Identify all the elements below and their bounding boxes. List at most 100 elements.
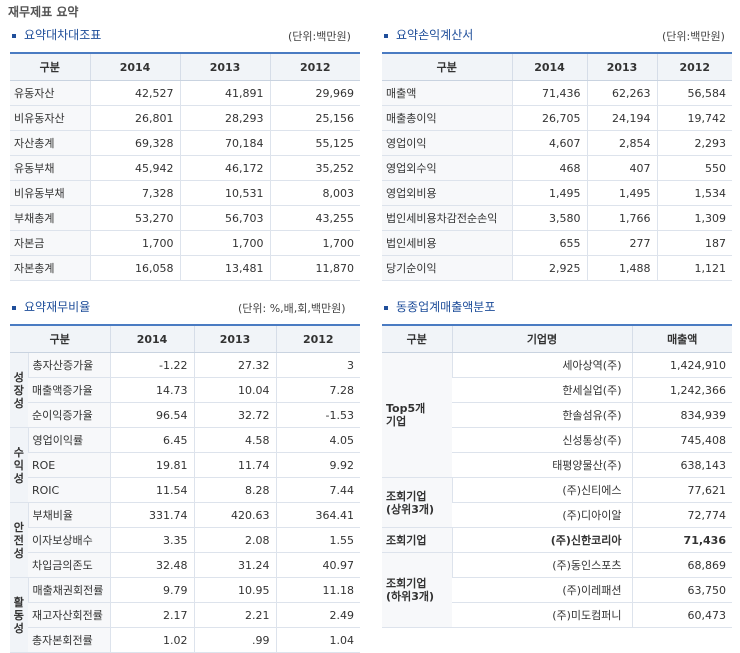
value-cell: 69,328 xyxy=(89,130,180,156)
peer-header-category: 구분 xyxy=(382,325,452,353)
value-cell: 550 xyxy=(656,155,732,181)
ratio-group-char: 익 xyxy=(13,458,24,472)
value-cell: 10,531 xyxy=(179,180,270,206)
ratio-header-2013: 2013 xyxy=(193,325,276,353)
table-row: 자산총계 69,328 70,184 55,125 xyxy=(10,130,360,156)
value-cell: 10.04 xyxy=(193,377,276,403)
sales-value: 1,242,366 xyxy=(631,377,732,403)
table-row: 매출총이익 26,705 24,194 19,742 xyxy=(382,105,732,131)
row-label: 비유동부채 xyxy=(10,180,90,206)
value-cell: 56,584 xyxy=(656,80,732,106)
peer-group-label: 조회기업 xyxy=(382,527,452,553)
peer-header-company: 기업명 xyxy=(451,325,632,353)
sales-value: 68,869 xyxy=(631,552,732,578)
row-label: 총자본회전률 xyxy=(28,627,110,653)
row-label: 매출채권회전률 xyxy=(27,577,110,603)
value-cell: 96.54 xyxy=(109,402,194,428)
table-row: 영업외수익 468 407 550 xyxy=(382,155,732,181)
ratio-group-label: 성장성 xyxy=(10,352,28,428)
bs-header-2014: 2014 xyxy=(89,53,180,81)
row-label: 부채비율 xyxy=(27,502,110,528)
value-cell: 2.49 xyxy=(275,602,360,628)
company-name: (주)이레패션 xyxy=(452,577,632,603)
value-cell: 19.81 xyxy=(109,452,194,478)
company-name: (주)디아이알 xyxy=(452,502,632,528)
table-row: 법인세비용차감전순손익 3,580 1,766 1,309 xyxy=(382,205,732,231)
ratio-group-char: 성 xyxy=(13,546,24,560)
row-label: 이자보상배수 xyxy=(28,527,110,553)
sales-value: 1,424,910 xyxy=(631,352,732,378)
table-row: 조회기업 (상위3개) (주)신티에스 77,621 xyxy=(382,477,732,528)
table-row: ROIC 11.54 8.28 7.44 xyxy=(10,477,360,503)
company-name: (주)동인스포츠 xyxy=(451,552,632,578)
company-name: (주)신티에스 xyxy=(451,477,632,503)
page-title: 재무제표 요약 xyxy=(8,5,79,19)
value-cell: 2.17 xyxy=(109,602,194,628)
table-row: 성 장 성 총자산증가율 -1.22 27.32 3 xyxy=(10,352,360,428)
ratio-header-category: 구분 xyxy=(10,325,110,353)
value-cell: -1.53 xyxy=(275,402,360,428)
ratio-group-char: 성 xyxy=(13,370,24,384)
value-cell: 6.45 xyxy=(109,427,194,453)
row-label: 영업외수익 xyxy=(382,155,512,181)
value-cell: 16,058 xyxy=(89,255,180,281)
table-row: 매출액증가율 14.73 10.04 7.28 xyxy=(10,377,360,403)
value-cell: 11,870 xyxy=(269,255,360,281)
table-row: 조회기업 (하위3개) (주)동인스포츠 68,869 xyxy=(382,552,732,628)
value-cell: 3 xyxy=(275,352,360,378)
row-label: 매출액 xyxy=(382,80,512,106)
row-label: 비유동자산 xyxy=(10,105,90,131)
peer-title: 동종업계매출액분포 xyxy=(384,298,495,315)
value-cell: 1,534 xyxy=(656,180,732,206)
ratio-header-2014: 2014 xyxy=(109,325,194,353)
row-label: 영업이익률 xyxy=(27,427,110,453)
balance-sheet-table: 구분 2014 2013 2012 유동자산 42,527 41,891 29,969… xyxy=(10,52,360,281)
peer-group-label: 조회기업 (상위3개) xyxy=(382,477,452,528)
company-name: 세아상역(주) xyxy=(451,352,632,378)
value-cell: 43,255 xyxy=(269,205,360,231)
value-cell: 29,969 xyxy=(269,80,360,106)
sales-value: 63,750 xyxy=(631,577,732,603)
table-row: 재고자산회전률 2.17 2.21 2.49 xyxy=(10,602,360,628)
row-label: 총자산증가율 xyxy=(27,352,110,378)
table-row: 비유동자산 26,801 28,293 25,156 xyxy=(10,105,360,131)
value-cell: 11.74 xyxy=(193,452,276,478)
ratio-group-char: 장 xyxy=(13,383,24,397)
row-label: 매출총이익 xyxy=(382,105,512,131)
value-cell: 42,527 xyxy=(89,80,180,106)
value-cell: 25,156 xyxy=(269,105,360,131)
is-header-category: 구분 xyxy=(382,53,512,81)
sales-value: 72,774 xyxy=(631,502,732,528)
company-name: (주)신한코리아 xyxy=(451,527,632,553)
ratio-group-char: 안 xyxy=(13,520,24,534)
table-row: 활 동 성 매출채권회전률 9.79 10.95 11.18 xyxy=(10,577,360,653)
value-cell: 1,121 xyxy=(656,255,732,281)
ratio-group-char: 수 xyxy=(13,445,24,459)
value-cell: 3.35 xyxy=(109,527,194,553)
table-row: 자본금 1,700 1,700 1,700 xyxy=(10,230,360,256)
row-label: 매출액증가율 xyxy=(28,377,110,403)
row-label: 유동자산 xyxy=(10,80,90,106)
table-row: 유동자산 42,527 41,891 29,969 xyxy=(10,80,360,106)
value-cell: 1.04 xyxy=(275,627,360,653)
sales-value: 60,473 xyxy=(631,602,732,628)
bs-header-2013: 2013 xyxy=(179,53,270,81)
value-cell: 14.73 xyxy=(109,377,194,403)
value-cell: 7.44 xyxy=(275,477,360,503)
value-cell: 46,172 xyxy=(179,155,270,181)
value-cell: 45,942 xyxy=(89,155,180,181)
table-row: 영업외비용 1,495 1,495 1,534 xyxy=(382,180,732,206)
table-row: 수 익 성 영업이익률 6.45 4.58 4.05 xyxy=(10,427,360,503)
ratio-group-char: 성 xyxy=(13,471,24,485)
value-cell: 28,293 xyxy=(179,105,270,131)
is-header-2012: 2012 xyxy=(656,53,732,81)
value-cell: 4,607 xyxy=(511,130,587,156)
is-title: 요약손익계산서 xyxy=(384,26,473,43)
value-cell: 11.54 xyxy=(109,477,194,503)
value-cell: 8.28 xyxy=(193,477,276,503)
value-cell: 31.24 xyxy=(193,552,276,578)
table-row: 차입금의존도 32.48 31.24 40.97 xyxy=(10,552,360,578)
value-cell: 468 xyxy=(511,155,587,181)
row-label: 자본금 xyxy=(10,230,90,256)
row-label: 자산총계 xyxy=(10,130,90,156)
